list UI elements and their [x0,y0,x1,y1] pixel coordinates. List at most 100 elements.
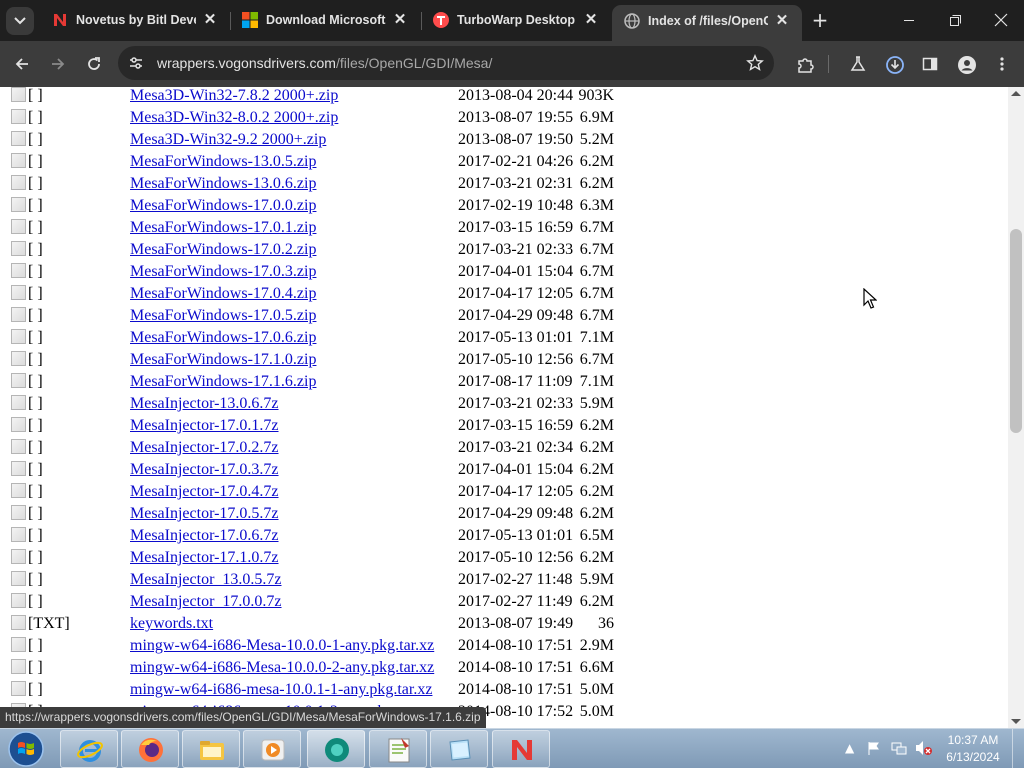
file-link[interactable]: mingw-w64-i686-mesa-10.0.1-1-any.pkg.tar… [130,681,432,699]
file-link[interactable]: mingw-w64-i686-Mesa-10.0.0-2-any.pkg.tar… [130,659,434,677]
listing-row: [ ] MesaForWindows-17.0.5.zip 2017-04-29 0… [0,305,1008,327]
file-link[interactable]: MesaForWindows-17.0.3.zip [130,263,316,281]
profile-button[interactable] [950,48,982,80]
taskbar-file-explorer[interactable] [182,730,240,768]
network-icon[interactable] [891,741,907,755]
close-icon[interactable]: ✕ [581,10,601,30]
reload-button[interactable] [78,48,110,80]
side-panel-button[interactable] [914,48,946,80]
taskbar-firefox[interactable] [121,730,179,768]
show-desktop-button[interactable] [1012,729,1024,768]
file-link[interactable]: MesaInjector-13.0.6.7z [130,395,279,413]
browser-tab-strip: Novetus by Bitl Developer ✕ Download Mic… [0,0,1024,41]
new-tab-button[interactable]: + [809,9,831,31]
broken-image-icon [11,307,26,322]
file-link[interactable]: MesaInjector-17.0.4.7z [130,483,279,501]
file-link[interactable]: Mesa3D-Win32-7.8.2 2000+.zip [130,87,338,105]
show-hidden-icons-button[interactable]: ▲ [845,741,854,755]
file-link[interactable]: MesaForWindows-17.0.4.zip [130,285,316,303]
browser-toolbar: wrappers.vogonsdrivers.com/files/OpenGL/… [0,41,1024,87]
scroll-up-arrow-icon[interactable] [1011,91,1021,96]
minimize-button[interactable] [886,0,932,41]
file-link[interactable]: MesaForWindows-13.0.5.zip [130,153,316,171]
file-date: 2013-08-07 19:55 [458,109,574,126]
tab-index-of-mesa[interactable]: Index of /files/OpenGL/GDI/Mesa ✕ [612,5,802,41]
listing-row: [ ] MesaInjector-13.0.6.7z 2017-03-21 02:3… [0,393,1008,415]
restore-button[interactable] [932,0,978,41]
file-link[interactable]: MesaForWindows-17.0.6.zip [130,329,316,347]
scroll-down-arrow-icon[interactable] [1011,719,1021,724]
file-icon: [ ] [11,109,43,127]
listing-row: [ ] MesaInjector-17.1.0.7z 2017-05-10 12:5… [0,547,1008,569]
file-link[interactable]: MesaInjector-17.0.6.7z [130,527,279,545]
file-link[interactable]: MesaForWindows-13.0.6.zip [130,175,316,193]
file-link[interactable]: MesaInjector-17.0.1.7z [130,417,279,435]
file-link[interactable]: MesaInjector-17.0.3.7z [130,461,279,479]
file-link[interactable]: MesaForWindows-17.0.2.zip [130,241,316,259]
back-button[interactable] [6,48,38,80]
tab-search-button[interactable] [6,7,34,35]
menu-button[interactable] [986,48,1018,80]
bookmark-star-icon[interactable] [746,54,764,72]
action-center-flag-icon[interactable] [867,741,881,755]
listing-row: [ ] MesaInjector-17.0.4.7z 2017-04-17 12:0… [0,481,1008,503]
file-link[interactable]: MesaInjector_13.0.5.7z [130,571,282,589]
file-link[interactable]: MesaForWindows-17.0.5.zip [130,307,316,325]
close-icon[interactable]: ✕ [200,10,220,30]
listing-row: [ ] Mesa3D-Win32-8.0.2 2000+.zip 2013-08-0… [0,107,1008,129]
tab-novetus[interactable]: Novetus by Bitl Developer ✕ [40,6,230,35]
file-icon: [ ] [11,197,43,215]
file-icon: [ ] [11,571,43,589]
file-link[interactable]: MesaForWindows-17.0.1.zip [130,219,316,237]
close-icon[interactable]: ✕ [772,11,792,31]
close-icon[interactable]: ✕ [390,10,410,30]
file-link[interactable]: MesaInjector-17.0.5.7z [130,505,279,523]
taskbar-media-player[interactable] [243,730,301,768]
vertical-scrollbar[interactable] [1008,87,1024,728]
taskbar-app-window[interactable] [430,730,488,768]
file-link[interactable]: MesaInjector-17.0.2.7z [130,439,279,457]
taskbar-novetus[interactable] [492,730,550,768]
file-size: 5.0M [579,681,614,698]
taskbar-notepad-plus-plus[interactable] [369,730,427,768]
file-link[interactable]: keywords.txt [130,615,213,633]
media-player-icon [261,739,285,761]
scrollbar-thumb[interactable] [1010,229,1022,433]
labs-button[interactable] [842,48,874,80]
close-window-button[interactable] [978,0,1024,41]
tab-microsoft[interactable]: Download Microsoft Visual C++ ✕ [230,6,420,35]
file-icon-alt-text: [ ] [28,263,43,280]
file-icon-alt-text: [ ] [28,351,43,368]
file-size: 5.9M [579,571,614,588]
system-clock[interactable]: 10:37 AM 6/13/2024 [936,732,1010,766]
file-size: 36 [598,615,614,632]
start-button[interactable] [6,730,46,768]
taskbar-app-teal[interactable] [307,730,365,768]
forward-button[interactable] [42,48,74,80]
site-info-icon[interactable] [128,55,144,71]
file-link[interactable]: MesaForWindows-17.1.6.zip [130,373,316,391]
file-link[interactable]: MesaForWindows-17.0.0.zip [130,197,316,215]
listing-row: [ ] MesaForWindows-17.0.4.zip 2017-04-17 1… [0,283,1008,305]
listing-row: [ ] MesaInjector-17.0.5.7z 2017-04-29 09:4… [0,503,1008,525]
tab-turbowarp[interactable]: TurboWarp Desktop - Scratch ✕ [421,6,611,35]
volume-muted-icon[interactable] [915,740,933,756]
downloads-button[interactable] [878,48,910,80]
url-host: wrappers.vogonsdrivers.com [157,55,336,71]
extensions-button[interactable] [788,48,820,80]
file-link[interactable]: MesaInjector-17.1.0.7z [130,549,279,567]
file-icon: [TXT] [11,615,70,633]
address-bar[interactable]: wrappers.vogonsdrivers.com/files/OpenGL/… [118,46,774,80]
file-link[interactable]: Mesa3D-Win32-8.0.2 2000+.zip [130,109,338,127]
file-icon-alt-text: [ ] [28,549,43,566]
taskbar-internet-explorer[interactable] [60,730,118,768]
file-link[interactable]: MesaInjector_17.0.0.7z [130,593,282,611]
listing-row: [ ] MesaInjector-17.0.3.7z 2017-04-01 15:0… [0,459,1008,481]
link-status-bubble: https://wrappers.vogonsdrivers.com/files… [0,707,486,728]
file-link[interactable]: mingw-w64-i686-Mesa-10.0.0-1-any.pkg.tar… [130,637,434,655]
file-link[interactable]: MesaForWindows-17.1.0.zip [130,351,316,369]
file-icon: [ ] [11,241,43,259]
broken-image-icon [11,439,26,454]
file-icon: [ ] [11,461,43,479]
file-link[interactable]: Mesa3D-Win32-9.2 2000+.zip [130,131,326,149]
